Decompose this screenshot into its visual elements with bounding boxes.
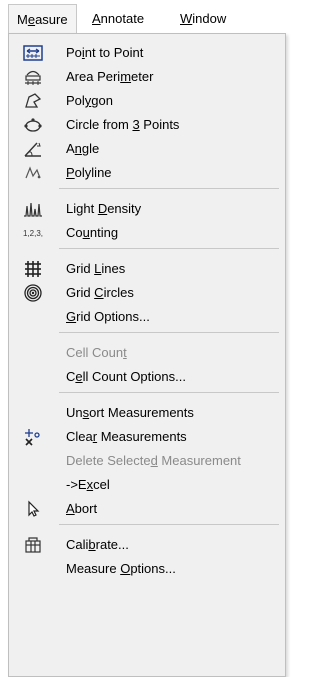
menu-window-accel: W: [180, 11, 193, 26]
menu-item-label: Point to Point: [66, 45, 144, 60]
menu-item-measure-options[interactable]: Measure Options...: [9, 557, 285, 581]
menu-item-label: Polyline: [66, 165, 112, 180]
grid-lines-icon: [23, 260, 43, 278]
counting-icon: 1,2,3,: [23, 228, 44, 238]
grid-circles-icon: [23, 284, 43, 302]
menu-annotate-accel: A: [92, 11, 101, 26]
menu-bar: Measure Annotate Window: [8, 4, 276, 34]
menu-window-post: indow: [192, 11, 227, 26]
menu-measure-accel: e: [27, 12, 36, 27]
menu-item-circle-from-3-points[interactable]: Circle from 3 Points: [9, 113, 285, 137]
menu-item-excel[interactable]: ->Excel: [9, 473, 285, 497]
menu-item-label: Area Perimeter: [66, 69, 154, 84]
menu-separator: [59, 524, 279, 525]
menu-item-grid-lines[interactable]: Grid Lines: [9, 257, 285, 281]
menu-window[interactable]: Window: [172, 4, 234, 34]
menu-item-label: Circle from 3 Points: [66, 117, 180, 132]
menu-separator: [59, 392, 279, 393]
menu-item-label: Calibrate...: [66, 537, 129, 552]
polygon-icon: [23, 92, 43, 110]
menu-item-label: Delete Selected Measurement: [66, 453, 241, 468]
menu-item-label: Grid Circles: [66, 285, 134, 300]
menu-item-clear-measurements[interactable]: Clear Measurements: [9, 425, 285, 449]
menu-item-polyline[interactable]: Polyline: [9, 161, 285, 185]
menu-item-label: Cell Count: [66, 345, 127, 360]
menu-item-light-density[interactable]: Light Density: [9, 197, 285, 221]
menu-separator: [59, 188, 279, 189]
menu-item-label: Grid Lines: [66, 261, 126, 276]
circle-three-points-icon: [23, 116, 43, 134]
menu-item-label: Measure Options...: [66, 561, 176, 576]
light-density-icon: [23, 200, 43, 218]
menu-item-counting[interactable]: 1,2,3, Counting: [9, 221, 285, 245]
menu-item-label: Light Density: [66, 201, 142, 216]
menu-measure-post: asure: [35, 12, 68, 27]
clear-measurements-icon: [23, 428, 43, 446]
menu-item-label: Cell Count Options...: [66, 369, 186, 384]
menu-item-label: Clear Measurements: [66, 429, 187, 444]
menu-item-point-to-point[interactable]: Point to Point: [9, 41, 285, 65]
menu-item-grid-circles[interactable]: Grid Circles: [9, 281, 285, 305]
menu-item-polygon[interactable]: Polygon: [9, 89, 285, 113]
menu-item-label: Angle: [66, 141, 100, 156]
polyline-icon: [23, 164, 43, 182]
menu-item-label: Grid Options...: [66, 309, 150, 324]
area-perimeter-icon: [23, 68, 43, 86]
menu-item-label: Abort: [66, 501, 98, 516]
menu-item-unsort-measurements[interactable]: Unsort Measurements: [9, 401, 285, 425]
point-to-point-icon: [23, 44, 43, 62]
menu-item-area-perimeter[interactable]: Area Perimeter: [9, 65, 285, 89]
menu-measure-pre: M: [17, 12, 28, 27]
measure-dropdown-menu: Point to Point Area Perimeter Polygon Ci…: [8, 33, 286, 677]
cursor-arrow-icon: [23, 500, 43, 518]
menu-item-label: Unsort Measurements: [66, 405, 194, 420]
menu-separator: [59, 248, 279, 249]
calibrate-icon: [23, 536, 43, 554]
menu-item-label: Polygon: [66, 93, 113, 108]
menu-item-abort[interactable]: Abort: [9, 497, 285, 521]
menu-measure[interactable]: Measure: [8, 4, 77, 34]
menu-annotate[interactable]: Annotate: [84, 4, 152, 34]
menu-item-label: ->Excel: [66, 477, 110, 492]
menu-annotate-post: nnotate: [100, 11, 145, 26]
menu-item-cell-count[interactable]: Cell Count: [9, 341, 285, 365]
menu-item-angle[interactable]: Angle: [9, 137, 285, 161]
menu-item-cell-count-options[interactable]: Cell Count Options...: [9, 365, 285, 389]
menu-item-delete-selected-measurement[interactable]: Delete Selected Measurement: [9, 449, 285, 473]
menu-item-calibrate[interactable]: Calibrate...: [9, 533, 285, 557]
angle-icon: [23, 140, 43, 158]
menu-item-label: Counting: [66, 225, 119, 240]
menu-separator: [59, 332, 279, 333]
menu-item-grid-options[interactable]: Grid Options...: [9, 305, 285, 329]
